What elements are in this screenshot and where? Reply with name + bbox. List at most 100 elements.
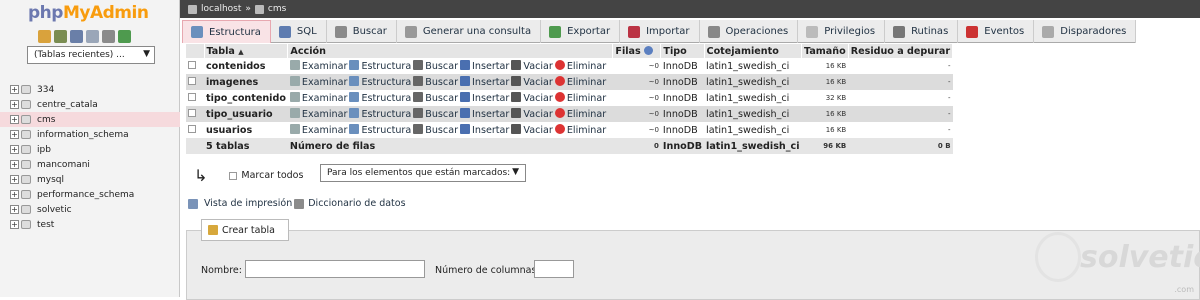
sidebar-db-label[interactable]: ipb bbox=[37, 145, 51, 155]
expand-icon[interactable]: + bbox=[10, 205, 19, 214]
header-cotejamiento[interactable]: Cotejamiento bbox=[704, 44, 803, 58]
tab-importar[interactable]: Importar bbox=[620, 20, 700, 43]
row-size[interactable]: 16 KB bbox=[801, 106, 849, 122]
action-estructura-link[interactable]: Estructura bbox=[361, 61, 411, 72]
tab-exportar[interactable]: Exportar bbox=[541, 20, 621, 43]
mark-all-checkbox[interactable] bbox=[229, 171, 238, 180]
expand-icon[interactable]: + bbox=[10, 130, 19, 139]
sidebar-db-item[interactable]: + centre_catala bbox=[0, 97, 180, 112]
row-size[interactable]: 16 KB bbox=[801, 74, 849, 90]
row-checkbox[interactable] bbox=[188, 124, 196, 133]
action-eliminar-link[interactable]: Eliminar bbox=[567, 125, 606, 136]
expand-icon[interactable]: + bbox=[10, 115, 19, 124]
table-name-link[interactable]: contenidos bbox=[204, 58, 288, 74]
row-checkbox[interactable] bbox=[188, 108, 196, 117]
action-buscar-link[interactable]: Buscar bbox=[425, 93, 458, 104]
row-checkbox[interactable] bbox=[188, 76, 196, 85]
help-icon[interactable] bbox=[644, 45, 654, 55]
sidebar-db-item[interactable]: + performance_schema bbox=[0, 187, 180, 202]
action-vaciar-link[interactable]: Vaciar bbox=[523, 61, 552, 72]
action-examinar-link[interactable]: Examinar bbox=[302, 109, 348, 120]
tab-rutinas[interactable]: Rutinas bbox=[885, 20, 959, 43]
action-examinar-link[interactable]: Examinar bbox=[302, 77, 348, 88]
action-examinar-link[interactable]: Examinar bbox=[302, 93, 348, 104]
table-name-link[interactable]: imagenes bbox=[204, 74, 288, 90]
action-buscar-link[interactable]: Buscar bbox=[425, 77, 458, 88]
tab-operaciones[interactable]: Operaciones bbox=[700, 20, 799, 43]
expand-icon[interactable]: + bbox=[10, 160, 19, 169]
action-estructura-link[interactable]: Estructura bbox=[361, 109, 411, 120]
expand-icon[interactable]: + bbox=[10, 190, 19, 199]
action-eliminar-link[interactable]: Eliminar bbox=[567, 93, 606, 104]
columns-count-input[interactable] bbox=[534, 260, 574, 278]
print-view-link[interactable]: Vista de impresión bbox=[204, 198, 292, 209]
sidebar-db-label[interactable]: centre_catala bbox=[37, 100, 98, 110]
sidebar-db-label[interactable]: test bbox=[37, 220, 54, 230]
row-checkbox[interactable] bbox=[188, 92, 196, 101]
sidebar-db-item[interactable]: + mysql bbox=[0, 172, 180, 187]
sidebar-db-item[interactable]: + mancomani bbox=[0, 157, 180, 172]
sidebar-db-item[interactable]: + cms bbox=[0, 112, 180, 127]
expand-icon[interactable]: + bbox=[10, 145, 19, 154]
mark-all-label[interactable]: Marcar todos bbox=[241, 170, 303, 181]
tab-sql[interactable]: SQL bbox=[271, 20, 327, 43]
expand-icon[interactable]: + bbox=[10, 175, 19, 184]
action-eliminar-link[interactable]: Eliminar bbox=[567, 109, 606, 120]
expand-icon[interactable]: + bbox=[10, 85, 19, 94]
table-name-link[interactable]: tipo_usuario bbox=[204, 106, 288, 122]
breadcrumb-database[interactable]: cms bbox=[268, 4, 286, 14]
reload-icon[interactable] bbox=[118, 30, 131, 43]
action-vaciar-link[interactable]: Vaciar bbox=[523, 77, 552, 88]
home-icon[interactable] bbox=[38, 30, 51, 43]
sidebar-db-item[interactable]: + solvetic bbox=[0, 202, 180, 217]
tab-estructura[interactable]: Estructura bbox=[182, 20, 271, 43]
action-insertar-link[interactable]: Insertar bbox=[472, 125, 509, 136]
sidebar-db-item[interactable]: + test bbox=[0, 217, 180, 232]
header-residuo[interactable]: Residuo a depurar bbox=[848, 44, 954, 58]
row-size[interactable]: 16 KB bbox=[801, 58, 849, 74]
sidebar-db-label[interactable]: information_schema bbox=[37, 130, 129, 140]
phpmyadmin-logo[interactable]: phpMyAdmin bbox=[28, 3, 149, 23]
action-insertar-link[interactable]: Insertar bbox=[472, 77, 509, 88]
header-filas[interactable]: Filas bbox=[612, 44, 662, 58]
action-examinar-link[interactable]: Examinar bbox=[302, 61, 348, 72]
expand-icon[interactable]: + bbox=[10, 100, 19, 109]
action-buscar-link[interactable]: Buscar bbox=[425, 109, 458, 120]
row-size[interactable]: 32 KB bbox=[801, 90, 849, 106]
table-name-link[interactable]: tipo_contenido bbox=[204, 90, 288, 106]
sidebar-db-label[interactable]: cms bbox=[37, 115, 55, 125]
header-tamano[interactable]: Tamaño bbox=[801, 44, 849, 58]
breadcrumb-server[interactable]: localhost bbox=[201, 4, 241, 14]
sidebar-db-label[interactable]: mysql bbox=[37, 175, 64, 185]
tab-buscar[interactable]: Buscar bbox=[327, 20, 397, 43]
tab-generar-una-consulta[interactable]: Generar una consulta bbox=[397, 20, 542, 43]
tab-eventos[interactable]: Eventos bbox=[958, 20, 1035, 43]
header-tabla[interactable]: Tabla ▲ bbox=[204, 44, 289, 58]
sidebar-db-label[interactable]: performance_schema bbox=[37, 190, 134, 200]
sidebar-db-item[interactable]: + ipb bbox=[0, 142, 180, 157]
row-size[interactable]: 16 KB bbox=[801, 122, 849, 138]
data-dictionary-link[interactable]: Diccionario de datos bbox=[308, 198, 405, 209]
action-eliminar-link[interactable]: Eliminar bbox=[567, 61, 606, 72]
sql-query-icon[interactable] bbox=[70, 30, 83, 43]
sidebar-db-item[interactable]: +334 bbox=[0, 82, 180, 97]
tab-disparadores[interactable]: Disparadores bbox=[1034, 20, 1137, 43]
tab-privilegios[interactable]: Privilegios bbox=[798, 20, 886, 43]
action-vaciar-link[interactable]: Vaciar bbox=[523, 93, 552, 104]
table-name-link[interactable]: usuarios bbox=[204, 122, 288, 138]
recent-tables-select[interactable]: (Tablas recientes) ... ▼ bbox=[27, 46, 155, 64]
action-estructura-link[interactable]: Estructura bbox=[361, 125, 411, 136]
action-buscar-link[interactable]: Buscar bbox=[425, 125, 458, 136]
action-insertar-link[interactable]: Insertar bbox=[472, 93, 509, 104]
sidebar-db-label[interactable]: 334 bbox=[37, 85, 54, 95]
table-name-input[interactable] bbox=[245, 260, 425, 278]
action-estructura-link[interactable]: Estructura bbox=[361, 93, 411, 104]
sidebar-db-label[interactable]: mancomani bbox=[37, 160, 90, 170]
sidebar-db-item[interactable]: + information_schema bbox=[0, 127, 180, 142]
action-examinar-link[interactable]: Examinar bbox=[302, 125, 348, 136]
action-insertar-link[interactable]: Insertar bbox=[472, 61, 509, 72]
expand-icon[interactable]: + bbox=[10, 220, 19, 229]
action-estructura-link[interactable]: Estructura bbox=[361, 77, 411, 88]
action-vaciar-link[interactable]: Vaciar bbox=[523, 125, 552, 136]
action-vaciar-link[interactable]: Vaciar bbox=[523, 109, 552, 120]
